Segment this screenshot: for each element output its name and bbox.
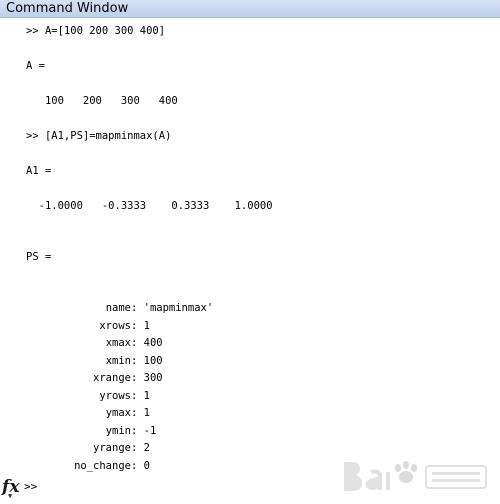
chevron-down-icon[interactable]: ▼ xyxy=(8,493,12,500)
console-output[interactable]: >> A=[100 200 300 400] A = 100 200 300 4… xyxy=(0,18,500,474)
console-line: A1 = xyxy=(26,165,52,177)
console-line: >> [A1,PS]=mapminmax(A) xyxy=(26,130,172,142)
watermark-logo xyxy=(344,461,487,491)
watermark-paw-icon xyxy=(395,461,417,483)
console-line: >> A=[100 200 300 400] xyxy=(26,25,166,37)
console-line: 100 200 300 400 xyxy=(26,95,178,107)
struct-field-name: no_change: xyxy=(74,460,138,472)
command-prompt[interactable]: >> xyxy=(24,480,37,494)
console-line: A = xyxy=(26,60,45,72)
command-window-titlebar[interactable]: Command Window xyxy=(0,0,500,18)
console-line: -1.0000 -0.3333 0.3333 1.0000 xyxy=(26,200,273,212)
struct-field-value: 'mapminmax' xyxy=(143,302,214,314)
console-line: PS = xyxy=(26,251,52,263)
window-title: Command Window xyxy=(6,1,129,16)
struct-field-value: 0 xyxy=(143,460,150,472)
